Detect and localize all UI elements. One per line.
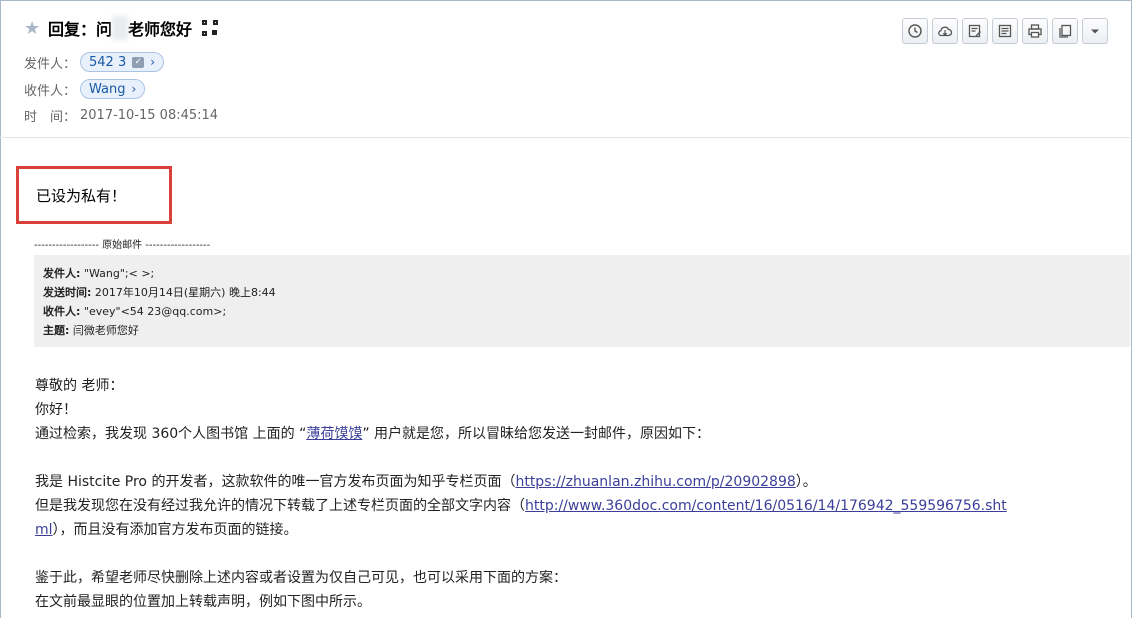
letter-line4: 鉴于此，希望老师尽快删除上述内容或者设置为仅自己可见，也可以采用下面的方案： xyxy=(35,570,567,586)
mail-toolbar xyxy=(902,18,1112,44)
360doc-link[interactable]: http://www.360doc.com/content/16/0516/14… xyxy=(525,498,1007,514)
verify-icon: ✓ xyxy=(132,56,145,68)
line3-text-end: ），而且没有添加官方发布页面的链接。 xyxy=(52,522,298,538)
quote-from-row: 发件人: "Wang";< >; xyxy=(43,264,1130,283)
user-link[interactable]: 薄荷馍馍 xyxy=(306,426,362,442)
letter-line5: 在文前最显眼的位置加上转载声明，例如下图中所示。 xyxy=(35,594,371,610)
letter-line3: 但是我发现您在没有经过我允许的情况下转载了上述专栏页面的全部文字内容（http:… xyxy=(35,494,1125,518)
quote-to-label: 收件人: xyxy=(43,305,81,318)
star-icon[interactable]: ★ xyxy=(24,18,44,39)
line2-text-end: ）。 xyxy=(795,474,817,490)
dropdown-icon[interactable] xyxy=(1082,18,1108,44)
line2-text: 我是 Histcite Pro 的开发者，这款软件的唯一官方发布页面为知乎专栏页… xyxy=(35,474,516,490)
receiver-row: 收件人： Wang › xyxy=(24,79,146,99)
quote-sent-value: 2017年10月14日(星期六) 晚上8:44 xyxy=(94,286,276,299)
letter-body: 尊敬的 老师： 你好！ 通过检索，我发现 360个人图书馆 上面的 “薄荷馍馍”… xyxy=(35,374,1125,614)
edit-note-icon[interactable] xyxy=(962,18,988,44)
subject-rest: 老师您好 xyxy=(128,20,193,39)
redacted-name: 微 xyxy=(112,16,129,40)
letter-line2: 我是 Histcite Pro 的开发者，这款软件的唯一官方发布页面为知乎专栏页… xyxy=(35,470,1125,494)
sender-chip[interactable]: 542 3 ✓ › xyxy=(80,52,165,72)
line1-text-end: ” 用户就是您，所以冒昧给您发送一封邮件，原因如下： xyxy=(362,426,711,442)
qrcode-icon[interactable] xyxy=(202,20,219,36)
quote-sent-label: 发送时间: xyxy=(43,286,92,299)
letter-line3-cont: ml），而且没有添加官方发布页面的链接。 xyxy=(35,518,1125,542)
line3-text: 但是我发现您在没有经过我允许的情况下转载了上述专栏页面的全部文字内容（ xyxy=(35,498,525,514)
time-row: 时 间： 2017-10-15 08:45:14 xyxy=(24,106,218,125)
zhihu-link[interactable]: https://zhuanlan.zhihu.com/p/20902898 xyxy=(515,474,795,490)
private-notice: 已设为私有！ xyxy=(36,187,127,205)
letter-hello: 你好！ xyxy=(35,402,77,418)
time-label: 时 间： xyxy=(24,110,77,125)
mail-subject: 回复：问微老师您好 xyxy=(48,16,192,40)
receiver-name: Wang xyxy=(89,81,126,97)
clock-icon[interactable] xyxy=(902,18,928,44)
copy-icon[interactable] xyxy=(1052,18,1078,44)
chevron-right-icon: › xyxy=(131,82,137,96)
title-row: ★ 回复：问微老师您好 xyxy=(24,16,219,40)
sender-label: 发件人： xyxy=(24,56,77,72)
quote-sent-row: 发送时间: 2017年10月14日(星期六) 晚上8:44 xyxy=(43,283,1130,302)
sender-row: 发件人： 542 3 ✓ › xyxy=(24,52,165,72)
cloud-icon[interactable] xyxy=(932,18,958,44)
print-icon[interactable] xyxy=(1022,18,1048,44)
note-icon[interactable] xyxy=(992,18,1018,44)
360doc-link-cont[interactable]: ml xyxy=(35,522,53,538)
chevron-right-icon: › xyxy=(150,55,156,69)
quote-subject-label: 主题: xyxy=(43,324,70,337)
letter-greeting: 尊敬的 老师： xyxy=(35,378,124,394)
sender-name: 542 3 xyxy=(89,54,127,70)
quote-from-value: "Wang";< >; xyxy=(83,267,155,280)
quoted-header: 发件人: "Wang";< >; 发送时间: 2017年10月14日(星期六) … xyxy=(34,255,1130,347)
receiver-label: 收件人： xyxy=(24,83,77,99)
quote-subject-value: 闫微老师您好 xyxy=(72,324,139,337)
quote-subject-row: 主题: 闫微老师您好 xyxy=(43,321,1130,340)
original-mail-separator: ------------------ 原始邮件 ----------------… xyxy=(34,240,211,251)
receiver-chip[interactable]: Wang › xyxy=(80,79,146,99)
line1-text: 通过检索，我发现 360个人图书馆 上面的 “ xyxy=(35,426,307,442)
quote-to-value: "evey"<54 23@qq.com>; xyxy=(83,305,227,318)
quote-from-label: 发件人: xyxy=(43,267,81,280)
subject-prefix: 回复：问 xyxy=(48,20,113,39)
letter-line1: 通过检索，我发现 360个人图书馆 上面的 “薄荷馍馍” 用户就是您，所以冒昧给… xyxy=(35,422,1125,446)
mail-header: ★ 回复：问微老师您好 发件人： 542 3 ✓ › 收件人： Wang › 时… xyxy=(0,0,1130,138)
time-value: 2017-10-15 08:45:14 xyxy=(80,108,219,123)
quote-to-row: 收件人: "evey"<54 23@qq.com>; xyxy=(43,302,1130,321)
